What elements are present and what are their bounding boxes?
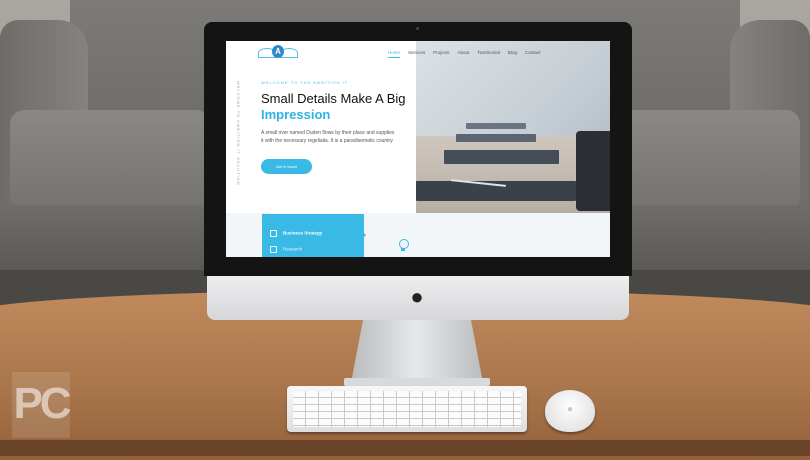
vertical-tagline: WELCOME TO AMBITION IT SOLUTION <box>236 81 241 186</box>
strategy-icon <box>270 230 277 237</box>
hero-photo-notebook <box>444 150 559 164</box>
card-arrow-icon <box>362 231 366 239</box>
hero-photo-notebook <box>466 123 526 129</box>
table-edge <box>0 440 810 456</box>
nav-home[interactable]: Home <box>388 50 401 58</box>
apple-logo-icon: ● <box>566 404 574 415</box>
couch-cushion-right <box>620 110 800 210</box>
service-label: Research <box>283 246 303 252</box>
imac-stand-base <box>344 378 490 386</box>
bulb-base <box>401 248 405 251</box>
keyboard-keys <box>293 391 521 427</box>
hero-text-panel <box>226 41 416 213</box>
lightbulb-icon <box>398 239 409 251</box>
get-in-touch-button[interactable]: Get in touch <box>261 159 312 174</box>
hero-photo-chair <box>576 131 610 211</box>
nav-blog[interactable]: Blog <box>508 50 517 58</box>
top-nav: Home Services Projects About Testimonial… <box>388 50 540 58</box>
hero-headline-accent: Impression <box>261 107 331 122</box>
logo-mark: A <box>272 45 284 58</box>
hero-eyebrow: WELCOME TO THE AMBITION IT <box>261 80 349 85</box>
nav-testimonial[interactable]: Testimonial <box>477 50 500 58</box>
imac-screen: A WELCOME TO AMBITION IT SOLUTION WELCOM… <box>226 41 610 257</box>
nav-about[interactable]: About <box>458 50 470 58</box>
hero-photo-notebook <box>456 134 536 142</box>
nav-services[interactable]: Services <box>408 50 425 58</box>
hero-headline: Small Details Make A Big <box>261 91 406 106</box>
keyboard <box>287 386 527 432</box>
magic-mouse: ● <box>545 390 595 432</box>
nav-contact[interactable]: Contact <box>525 50 541 58</box>
service-label: Business Strategy <box>283 230 323 236</box>
service-item-business-strategy[interactable]: Business Strategy <box>270 230 322 237</box>
camera-icon <box>416 27 419 30</box>
hero-body-text: A small river named Duden flows by their… <box>261 130 395 144</box>
apple-logo-icon: ● <box>410 284 424 309</box>
site-logo[interactable]: A <box>258 44 298 60</box>
couch-cushion-left <box>10 110 210 210</box>
pcmag-watermark-text: PC <box>13 379 71 428</box>
nav-projects[interactable]: Projects <box>433 50 449 58</box>
service-item-research[interactable]: Research <box>270 246 302 253</box>
research-icon <box>270 246 277 253</box>
